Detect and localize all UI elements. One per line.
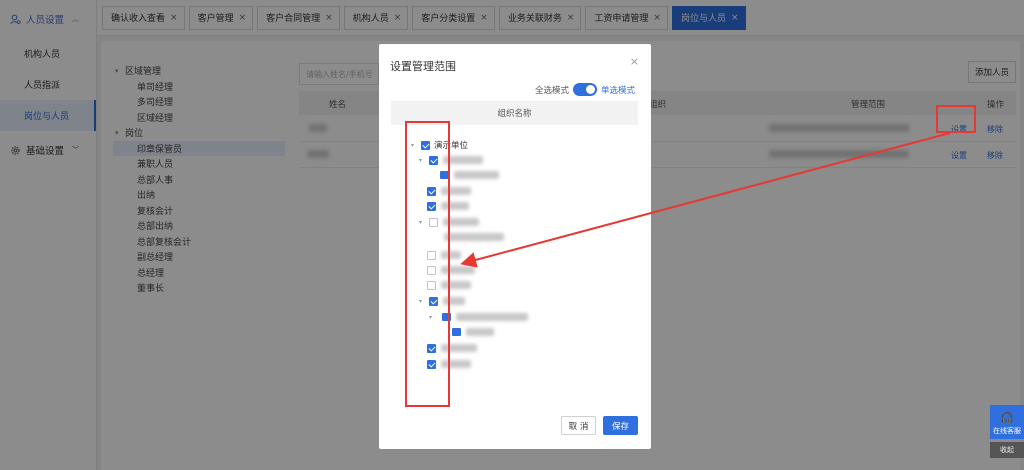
modal-title: 设置管理范围 — [390, 60, 456, 73]
selection-mode-switch: 全选模式 单选模式 — [535, 83, 635, 96]
redacted-text — [454, 171, 499, 179]
redacted-text — [456, 313, 528, 321]
tree-node[interactable] — [449, 326, 494, 338]
folder-icon — [452, 328, 461, 336]
save-button[interactable]: 保存 — [603, 416, 638, 435]
annotation-highlight-set-link — [936, 105, 976, 133]
mode-all-label[interactable]: 全选模式 — [535, 84, 569, 96]
service-label: 在线客服 — [993, 427, 1021, 435]
mode-toggle[interactable] — [572, 83, 597, 96]
annotation-highlight-checkboxes — [405, 121, 450, 407]
collapse-button[interactable]: 收起 — [990, 442, 1024, 458]
headset-icon: 🎧 — [1000, 411, 1014, 424]
close-icon[interactable]: × — [630, 55, 639, 68]
mode-single-label[interactable]: 单选模式 — [601, 84, 635, 96]
redacted-text — [444, 233, 504, 241]
collapse-label: 收起 — [1000, 446, 1014, 454]
redacted-text — [466, 328, 494, 336]
online-service-button[interactable]: 🎧 在线客服 — [990, 405, 1024, 439]
cancel-button[interactable]: 取 消 — [561, 416, 596, 435]
